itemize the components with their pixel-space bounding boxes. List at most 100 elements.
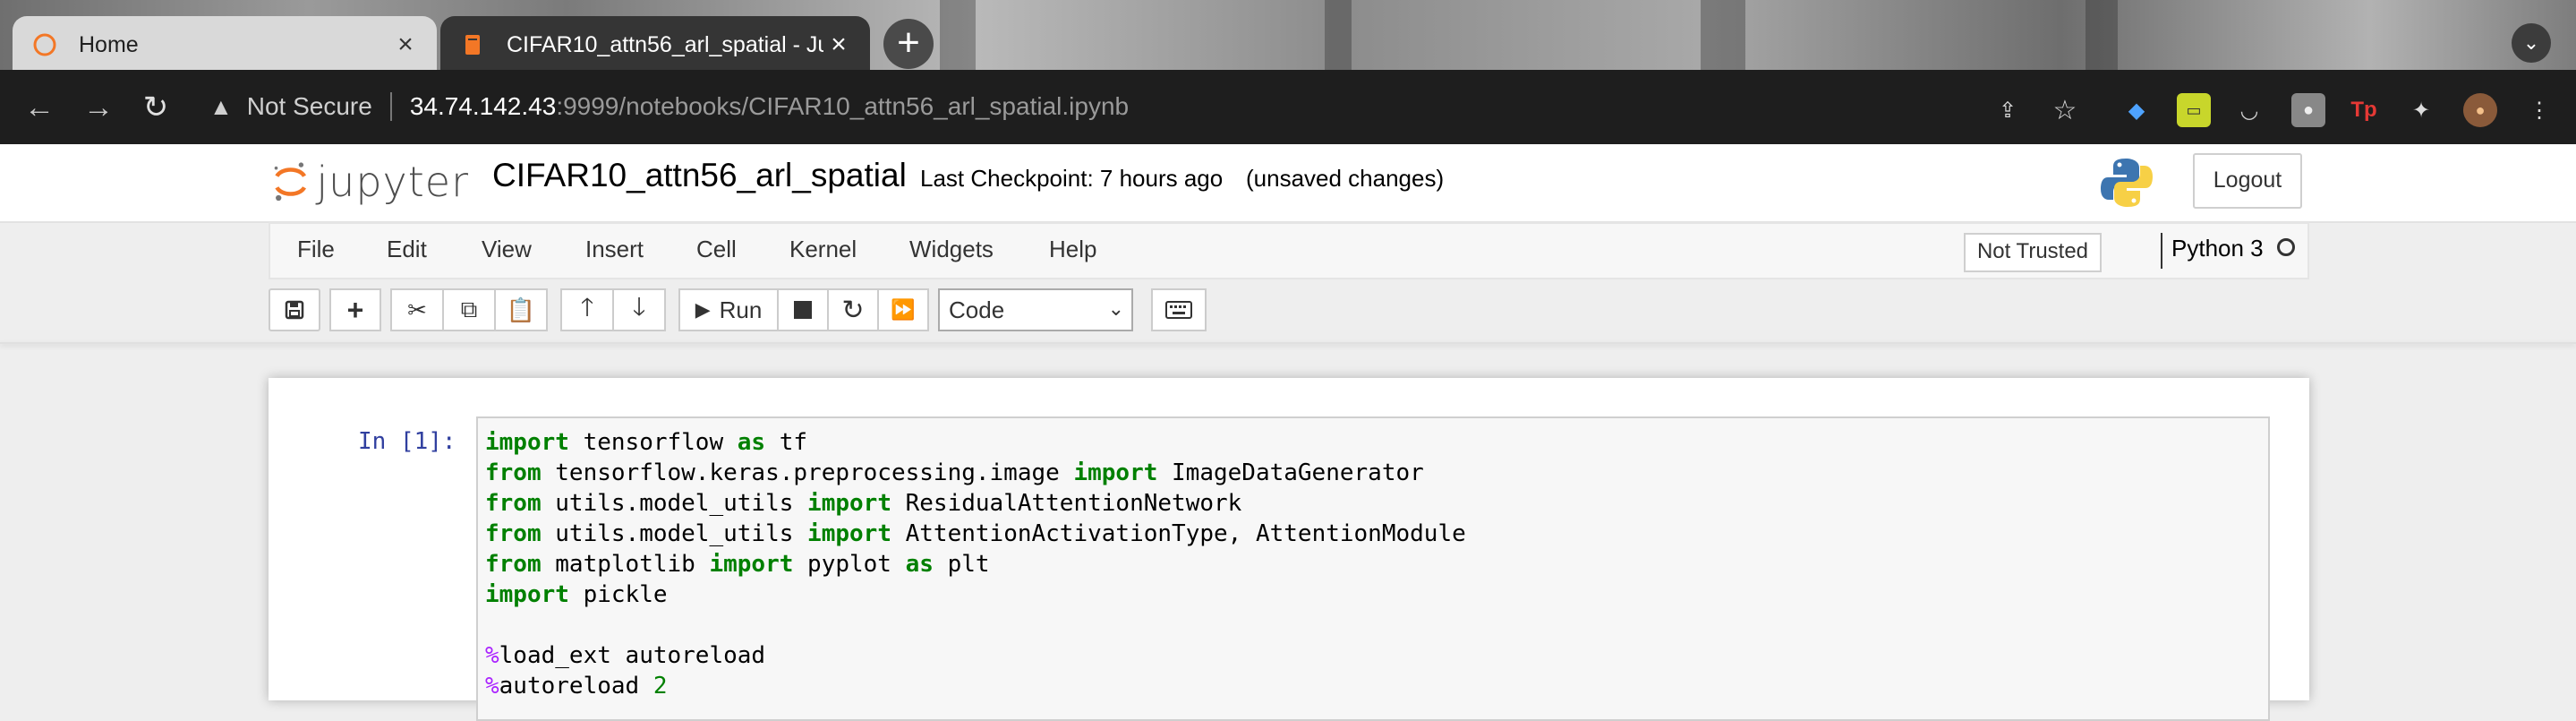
checkpoint-status: Last Checkpoint: 7 hours ago bbox=[920, 165, 1224, 192]
code-token: matplotlib bbox=[541, 551, 710, 578]
background-decoration bbox=[1701, 0, 1745, 70]
command-palette-button[interactable] bbox=[1151, 288, 1207, 331]
fast-forward-icon: ⏩ bbox=[891, 298, 916, 321]
menu-kernel[interactable]: Kernel bbox=[789, 236, 857, 263]
url-host: 34.74.142.43 bbox=[409, 92, 557, 120]
menu-view[interactable]: View bbox=[482, 236, 532, 263]
jupyter-header: jupyter CIFAR10_attn56_arl_spatial Last … bbox=[0, 144, 2576, 223]
restart-button[interactable]: ↻ bbox=[827, 288, 879, 331]
bookmark-star-icon[interactable]: ☆ bbox=[2048, 93, 2082, 127]
extension-tp-icon[interactable]: Tp bbox=[2347, 93, 2381, 127]
background-decoration bbox=[1325, 0, 1352, 70]
new-tab-button[interactable]: + bbox=[883, 19, 934, 69]
code-token: import bbox=[807, 490, 891, 517]
move-up-button[interactable]: 🡑 bbox=[560, 288, 614, 331]
code-editor[interactable]: import tensorflow as tf from tensorflow.k… bbox=[485, 427, 1466, 701]
reload-icon[interactable]: ↻ bbox=[134, 86, 177, 129]
paste-button[interactable]: 📋 bbox=[494, 288, 548, 331]
code-token: plt bbox=[933, 551, 990, 578]
code-token: import bbox=[485, 429, 569, 456]
back-arrow-icon[interactable]: ← bbox=[18, 86, 61, 129]
menu-help[interactable]: Help bbox=[1049, 236, 1096, 263]
extension-diamond-icon[interactable]: ◆ bbox=[2120, 93, 2154, 127]
logout-button[interactable]: Logout bbox=[2193, 153, 2302, 209]
restart-icon: ↻ bbox=[841, 295, 865, 325]
browser-tab-home[interactable]: Home × bbox=[13, 16, 437, 70]
arrow-up-icon: 🡑 bbox=[580, 293, 594, 321]
share-icon[interactable]: ⇪ bbox=[1991, 93, 2025, 127]
save-button[interactable] bbox=[269, 288, 320, 331]
interrupt-button[interactable] bbox=[777, 288, 829, 331]
code-token: % bbox=[485, 673, 499, 700]
close-tab-icon[interactable]: × bbox=[823, 30, 854, 60]
pocket-icon[interactable]: ◡ bbox=[2232, 93, 2266, 127]
unsaved-status: (unsaved changes) bbox=[1246, 165, 1445, 192]
code-token: pyplot bbox=[793, 551, 906, 578]
jupyter-logo[interactable]: jupyter bbox=[272, 153, 469, 210]
code-token: as bbox=[737, 429, 766, 456]
tab-title: Home bbox=[79, 31, 139, 57]
insert-cell-button[interactable]: + bbox=[329, 288, 381, 331]
security-label: Not Secure bbox=[246, 92, 372, 120]
plus-icon: + bbox=[346, 293, 364, 326]
url-field[interactable]: ▲ Not Secure 34.74.142.43 :9999/notebook… bbox=[197, 81, 2121, 133]
browser-tab-notebook[interactable]: CIFAR10_attn56_arl_spatial - Jupyter × bbox=[440, 16, 870, 70]
more-menu-icon[interactable]: ⋮ bbox=[2522, 93, 2556, 127]
code-token: as bbox=[905, 551, 934, 578]
code-token: pickle bbox=[568, 581, 668, 608]
code-token: ResidualAttentionNetwork bbox=[891, 490, 1242, 517]
code-token: ImageDataGenerator bbox=[1157, 459, 1424, 486]
code-line: from matplotlib import pyplot as plt bbox=[485, 549, 1466, 579]
cut-button[interactable]: ✂ bbox=[390, 288, 444, 331]
code-token: tf bbox=[765, 429, 808, 456]
code-line: import pickle bbox=[485, 579, 1466, 610]
extension-tv-icon[interactable]: ▭ bbox=[2177, 93, 2211, 127]
kernel-idle-icon bbox=[2277, 238, 2295, 256]
profile-avatar[interactable]: ● bbox=[2463, 93, 2497, 127]
code-token: utils.model_utils bbox=[541, 520, 808, 547]
header-divider bbox=[0, 342, 2576, 344]
cell-type-value: Code bbox=[949, 296, 1005, 323]
menu-edit[interactable]: Edit bbox=[387, 236, 427, 263]
cell-prompt: In [1]: bbox=[358, 428, 456, 455]
kernel-name[interactable]: Python 3 bbox=[2171, 235, 2264, 262]
copy-icon: ⧉ bbox=[460, 296, 478, 322]
extension-user-icon[interactable]: ● bbox=[2291, 93, 2325, 127]
forward-arrow-icon[interactable]: → bbox=[77, 86, 120, 129]
extensions-puzzle-icon[interactable]: ✦ bbox=[2404, 93, 2438, 127]
code-line: from utils.model_utils import ResidualAt… bbox=[485, 488, 1466, 519]
menu-insert[interactable]: Insert bbox=[585, 236, 644, 263]
code-token: from bbox=[485, 551, 542, 578]
menu-widgets[interactable]: Widgets bbox=[909, 236, 994, 263]
menu-cell[interactable]: Cell bbox=[696, 236, 737, 263]
restart-run-all-button[interactable]: ⏩ bbox=[877, 288, 929, 331]
code-token: load_ext autoreload bbox=[499, 642, 766, 669]
code-line: from utils.model_utils import AttentionA… bbox=[485, 519, 1466, 549]
save-icon bbox=[285, 300, 304, 320]
python-logo-icon bbox=[2101, 159, 2153, 207]
chevron-down-icon: ⌄ bbox=[1107, 297, 1124, 320]
tab-search-chevron-icon[interactable]: ⌄ bbox=[2512, 23, 2551, 63]
arrow-down-icon: 🡓 bbox=[632, 293, 646, 321]
move-down-button[interactable]: 🡓 bbox=[612, 288, 666, 331]
scissors-icon: ✂ bbox=[407, 296, 427, 323]
code-token: import bbox=[1073, 459, 1158, 486]
run-button[interactable]: ▶ Run bbox=[678, 288, 779, 331]
paste-icon: 📋 bbox=[506, 296, 536, 323]
not-trusted-button[interactable]: Not Trusted bbox=[1964, 233, 2102, 272]
keyboard-icon bbox=[1165, 301, 1192, 319]
code-token: autoreload bbox=[499, 673, 653, 700]
code-token: from bbox=[485, 490, 542, 517]
code-line: import tensorflow as tf bbox=[485, 427, 1466, 458]
code-token: AttentionActivationType, AttentionModule bbox=[891, 520, 1466, 547]
copy-button[interactable]: ⧉ bbox=[442, 288, 496, 331]
code-token: import bbox=[807, 520, 891, 547]
url-path: :9999/notebooks/CIFAR10_attn56_arl_spati… bbox=[556, 92, 1130, 120]
tab-title: CIFAR10_attn56_arl_spatial - Jupyter bbox=[507, 31, 823, 57]
menu-file[interactable]: File bbox=[297, 236, 335, 263]
code-token: 2 bbox=[653, 673, 668, 700]
close-tab-icon[interactable]: × bbox=[390, 30, 421, 60]
notebook-name[interactable]: CIFAR10_attn56_arl_spatial bbox=[492, 157, 907, 194]
cell-type-select[interactable]: Code ⌄ bbox=[938, 288, 1133, 331]
notebook-toolbar: + ✂ ⧉ 📋 🡑 🡓 ▶ Run ↻ ⏩ Code ⌄ bbox=[269, 288, 2309, 333]
